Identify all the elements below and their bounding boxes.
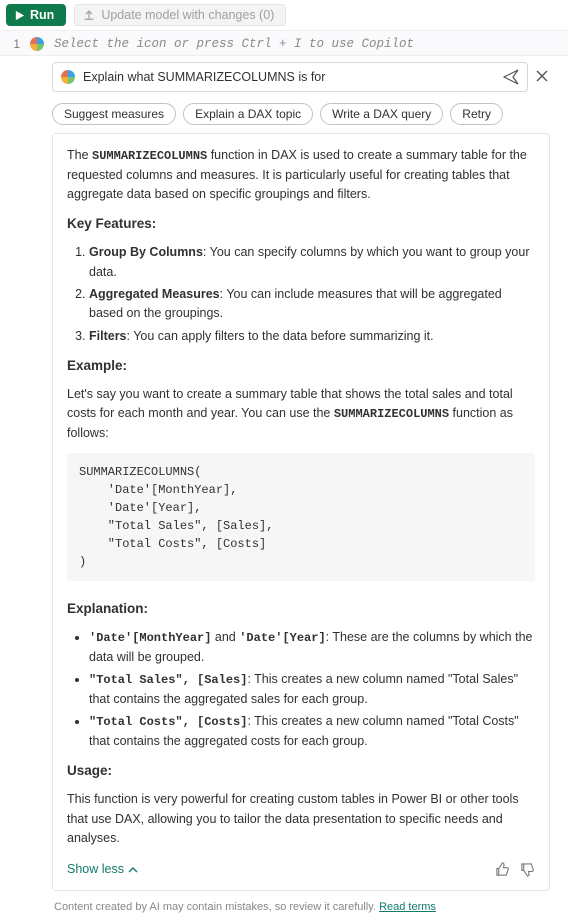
- close-button[interactable]: [534, 68, 550, 87]
- list-item: Filters: You can apply filters to the da…: [89, 327, 535, 346]
- explanation-list: 'Date'[MonthYear] and 'Date'[Year]: Thes…: [67, 628, 535, 751]
- chevron-up-icon: [128, 865, 138, 875]
- thumbs-down-icon[interactable]: [520, 862, 535, 877]
- show-less-toggle[interactable]: Show less: [67, 860, 138, 879]
- example-intro: Let's say you want to create a summary t…: [67, 385, 535, 443]
- list-item: 'Date'[MonthYear] and 'Date'[Year]: Thes…: [89, 628, 535, 667]
- copilot-response: The SUMMARIZECOLUMNS function in DAX is …: [52, 133, 550, 891]
- line-number: 1: [10, 37, 20, 51]
- usage-paragraph: This function is very powerful for creat…: [67, 790, 535, 848]
- read-terms-link[interactable]: Read terms: [379, 901, 436, 913]
- update-label: Update model with changes (0): [101, 8, 274, 22]
- upload-icon: [83, 9, 95, 21]
- run-label: Run: [30, 8, 54, 22]
- send-icon[interactable]: [503, 69, 519, 85]
- copilot-icon: [61, 70, 75, 84]
- chip-suggest-measures[interactable]: Suggest measures: [52, 103, 176, 125]
- heading-example: Example:: [67, 356, 535, 377]
- intro-paragraph: The SUMMARIZECOLUMNS function in DAX is …: [67, 146, 535, 204]
- update-model-button: Update model with changes (0): [74, 4, 286, 26]
- thumbs-up-icon[interactable]: [495, 862, 510, 877]
- code-editor-line[interactable]: 1 Select the icon or press Ctrl + I to u…: [0, 30, 568, 56]
- list-item: Aggregated Measures: You can include mea…: [89, 285, 535, 324]
- chip-write-dax-query[interactable]: Write a DAX query: [320, 103, 443, 125]
- close-icon: [534, 68, 550, 84]
- list-item: "Total Costs", [Costs]: This creates a n…: [89, 712, 535, 751]
- code-block: SUMMARIZECOLUMNS( 'Date'[MonthYear], 'Da…: [67, 453, 535, 581]
- list-item: "Total Sales", [Sales]: This creates a n…: [89, 670, 535, 709]
- heading-explanation: Explanation:: [67, 599, 535, 620]
- copilot-icon[interactable]: [30, 37, 44, 51]
- list-item: Group By Columns: You can specify column…: [89, 243, 535, 282]
- editor-placeholder: Select the icon or press Ctrl + I to use…: [54, 37, 414, 51]
- heading-key-features: Key Features:: [67, 214, 535, 235]
- ai-disclaimer: Content created by AI may contain mistak…: [54, 901, 548, 913]
- copilot-input[interactable]: [83, 70, 495, 84]
- run-button[interactable]: Run: [6, 4, 66, 26]
- suggestion-chips: Suggest measures Explain a DAX topic Wri…: [52, 103, 550, 125]
- chip-retry[interactable]: Retry: [450, 103, 503, 125]
- features-list: Group By Columns: You can specify column…: [67, 243, 535, 346]
- heading-usage: Usage:: [67, 761, 535, 782]
- chip-explain-dax-topic[interactable]: Explain a DAX topic: [183, 103, 313, 125]
- play-icon: [14, 10, 25, 21]
- copilot-input-container: [52, 62, 528, 92]
